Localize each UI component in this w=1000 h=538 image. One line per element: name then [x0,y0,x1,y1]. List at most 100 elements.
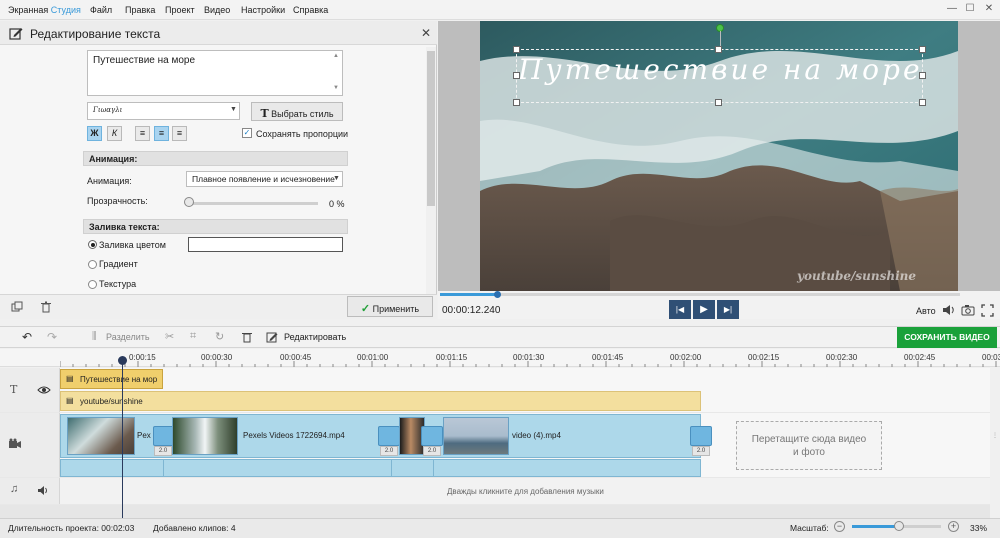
scroll-grip-icon[interactable]: ⋮ [992,432,998,439]
audio-of-video-strip[interactable] [60,459,701,477]
fill-color-radio[interactable] [88,240,97,249]
split-icon[interactable]: ⫼ [92,331,97,342]
cut-icon[interactable]: ✂ [165,330,174,343]
textarea-scroll-down-icon[interactable]: ▼ [333,85,339,91]
playback-progress-track[interactable] [440,293,960,296]
opacity-slider-track[interactable] [186,202,318,205]
duplicate-icon[interactable] [11,301,23,313]
align-right-button[interactable]: ≡ [172,126,187,141]
edit-text-icon [9,28,23,40]
fill-color-swatch[interactable] [188,237,343,252]
text-clip-watermark[interactable]: ▤ youtube/sunshine [60,391,701,411]
split-button[interactable]: Разделить [106,332,150,342]
text-input[interactable]: Путешествие на море [87,50,343,96]
text-clip-title[interactable]: ▤ Путешествие на мор [60,369,163,389]
resize-handle-br[interactable] [919,99,926,106]
text-clip-watermark-label: youtube/sunshine [80,397,143,406]
volume-icon[interactable] [942,304,956,316]
bold-button[interactable]: Ж [87,126,102,141]
zoom-value: 33% [970,523,988,533]
menu-file[interactable]: Файл [90,5,112,15]
resize-handle-tr[interactable] [919,46,926,53]
redo-icon[interactable]: ↷ [47,330,57,344]
watermark-text[interactable]: youtube/sunshine [797,269,916,283]
font-select[interactable]: Γιωαγλι [87,102,240,120]
timecode: 00:00:12.240 [442,305,501,316]
quality-auto[interactable]: Авто [916,306,936,316]
eye-icon[interactable] [37,385,51,395]
delete-icon[interactable] [241,331,253,343]
italic-button[interactable]: К [107,126,122,141]
prev-frame-button[interactable]: |◀ [669,300,691,319]
menu-edit[interactable]: Правка [125,5,155,15]
clip-thumbnail-waterfall[interactable] [172,417,238,455]
edit-icon[interactable] [266,331,278,343]
close-window-button[interactable]: ✕ [981,2,997,16]
align-center-button[interactable]: ≡ [154,126,169,141]
keep-proportions-checkbox[interactable]: ✓ [242,128,252,138]
fill-gradient-label: Градиент [99,259,138,269]
transition-icon[interactable] [421,426,443,446]
undo-icon[interactable]: ↶ [22,330,32,344]
resize-handle-bc[interactable] [715,99,722,106]
fill-texture-radio[interactable] [88,280,97,289]
maximize-button[interactable]: ☐ [962,2,978,16]
video-preview[interactable]: Путешествие на море youtube/sunshine [480,21,958,291]
resize-handle-bl[interactable] [513,99,520,106]
transition-icon[interactable] [690,426,712,446]
menu-help[interactable]: Справка [293,5,328,15]
music-hint: Дважды кликните для добавления музыки [447,487,604,496]
menu-video[interactable]: Видео [204,5,230,15]
fill-gradient-radio[interactable] [88,260,97,269]
align-left-button[interactable]: ≡ [135,126,150,141]
music-track-header [0,478,60,504]
app-brand: Экранная Студия [8,5,81,15]
transition-duration: 2.0 [423,446,441,456]
clip-thumbnail-sea[interactable] [67,417,135,455]
choose-style-button[interactable]: T Выбрать стиль [251,102,343,121]
opacity-slider-handle[interactable] [184,197,194,207]
menu-project[interactable]: Проект [165,5,195,15]
edit-button[interactable]: Редактировать [284,332,346,342]
title-overlay-text[interactable]: Путешествие на море [518,53,923,86]
next-frame-button[interactable]: ▶| [717,300,739,319]
chevron-down-icon[interactable]: ▼ [230,106,237,113]
minimize-button[interactable]: — [944,2,960,16]
fullscreen-icon[interactable] [981,304,994,317]
rotate-icon[interactable]: ↻ [215,330,224,343]
menu-bar: Экранная Студия Файл Правка Проект Видео… [0,0,1000,20]
transition-icon[interactable] [378,426,400,446]
resize-handle-mr[interactable] [919,72,926,79]
ruler-minor-ticks [60,361,997,367]
panel-close-icon[interactable]: ✕ [421,26,431,40]
music-volume-icon[interactable] [37,485,49,496]
panel-title: Редактирование текста [30,27,161,41]
zoom-out-icon[interactable]: − [834,521,845,532]
resize-handle-tc[interactable] [715,46,722,53]
drop-zone[interactable]: Перетащите сюда видео и фото [736,421,882,470]
clip-label: video (4).mp4 [512,431,561,440]
text-clip-title-label: Путешествие на мор [80,375,158,384]
keep-proportions-label: Сохранять пропорции [256,129,349,139]
save-video-button[interactable]: СОХРАНИТЬ ВИДЕО [897,327,997,348]
animation-select[interactable]: Плавное появление и исчезновение [186,171,343,187]
playhead-line [122,361,123,518]
fill-texture-label: Текстура [99,279,137,289]
menu-settings[interactable]: Настройки [241,5,285,15]
panel-scrollbar-thumb[interactable] [427,51,435,206]
resize-handle-ml[interactable] [513,72,520,79]
animation-chevron-icon[interactable]: ▼ [333,175,340,182]
crop-icon[interactable]: ⌗ [190,330,196,343]
clip-thumbnail-coast[interactable] [443,417,509,455]
timeline-scrollbar[interactable] [990,368,1000,518]
text-track-icon: T [10,383,18,396]
trash-icon[interactable] [40,301,52,313]
play-button[interactable]: ▶ [693,300,715,319]
camera-icon[interactable] [961,304,975,316]
resize-handle-tl[interactable] [513,46,520,53]
playhead-handle[interactable] [118,356,127,365]
zoom-slider-handle[interactable] [893,521,904,531]
textarea-scroll-up-icon[interactable]: ▲ [333,53,339,59]
zoom-in-icon[interactable]: + [948,521,959,532]
apply-button[interactable]: ✓ Применить [347,296,433,317]
